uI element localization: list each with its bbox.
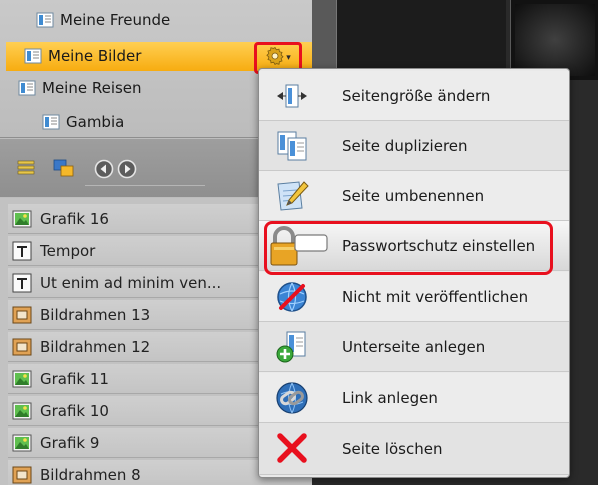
tree-item-label: Gambia [66,113,125,131]
list-item-label: Bildrahmen 12 [40,337,151,356]
image-icon [12,401,32,421]
no-publish-icon [275,280,309,314]
layers-icon[interactable] [53,159,75,181]
menu-item-add-subpage[interactable]: Unterseite anlegen [259,322,569,372]
menu-item-label: Seite duplizieren [342,136,468,155]
menu-item-label: Unterseite anlegen [342,337,486,356]
page-context-menu: Seitengröße ändern Seite duplizieren Sei… [258,68,570,478]
list-item-label: Grafik 9 [40,433,100,452]
rename-page-icon [275,179,309,213]
toolbar-divider [85,185,205,186]
image-icon [12,209,32,229]
tree-item-meine-freunde[interactable]: Meine Freunde [36,6,170,34]
duplicate-page-icon [275,129,309,163]
tree-item-label: Meine Reisen [42,79,142,97]
menu-item-label: Passwortschutz einstellen [342,236,536,255]
menu-item-label: Nicht mit veröffentlichen [342,287,529,306]
resize-page-icon [275,79,309,113]
list-item-label: Grafik 10 [40,401,109,420]
list-item-label: Tempor [40,241,96,260]
menu-item-resize-page[interactable]: Seitengröße ändern [259,71,569,121]
menu-item-create-link[interactable]: Link anlegen [259,373,569,423]
page-icon [18,80,36,96]
list-item-label: Bildrahmen 13 [40,305,151,324]
menu-item-label: Link anlegen [342,388,438,407]
text-icon [12,241,32,261]
image-icon [12,369,32,389]
page-icon [36,12,54,28]
frame-icon [12,305,32,325]
chevron-down-icon: ▾ [286,53,291,63]
tree-item-label: Meine Bilder [48,47,142,65]
tree-item-gambia[interactable]: Gambia [42,108,124,136]
list-item-label: Bildrahmen 8 [40,465,141,484]
next-icon[interactable] [117,159,137,183]
link-icon [275,381,309,415]
list-icon[interactable] [17,159,35,179]
page-icon [42,114,60,130]
menu-item-delete-page[interactable]: Seite löschen [259,423,569,475]
menu-item-label: Seite löschen [342,439,443,458]
menu-item-password-protection[interactable]: Passwortschutz einstellen [259,221,569,271]
list-item-label: Grafik 11 [40,369,109,388]
image-icon [12,433,32,453]
list-item-label: Ut enim ad minim ven... [40,273,222,292]
page-icon [24,48,42,64]
lock-icon [269,225,329,267]
tree-item-meine-bilder[interactable]: Meine Bilder [24,42,141,70]
menu-item-label: Seite umbenennen [342,186,485,205]
text-icon [12,273,32,293]
menu-item-no-publish[interactable]: Nicht mit veröffentlichen [259,272,569,322]
menu-item-duplicate-page[interactable]: Seite duplizieren [259,121,569,171]
menu-item-label: Seitengröße ändern [342,86,491,105]
delete-icon [275,431,309,465]
list-item-label: Grafik 16 [40,209,109,228]
menu-item-rename-page[interactable]: Seite umbenennen [259,171,569,221]
add-subpage-icon [275,330,309,364]
tree-item-meine-reisen[interactable]: Meine Reisen [18,74,142,102]
preview-thumbnail [515,4,595,76]
prev-icon[interactable] [94,159,114,183]
gear-icon [265,46,285,70]
frame-icon [12,337,32,357]
tree-item-label: Meine Freunde [60,11,171,29]
frame-icon [12,465,32,485]
